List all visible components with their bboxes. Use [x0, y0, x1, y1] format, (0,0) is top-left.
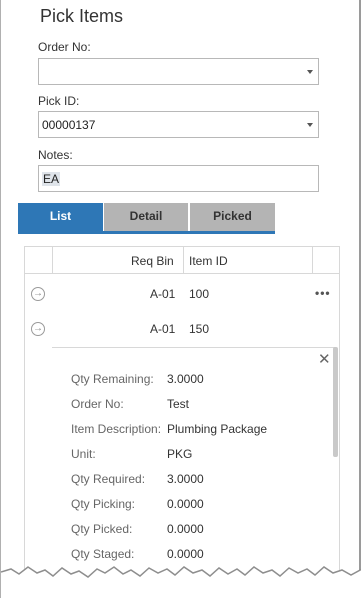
detail-value: 3.0000: [167, 372, 204, 386]
notes-label: Notes:: [38, 148, 73, 162]
item-id-cell: 100: [189, 287, 210, 301]
grid-header: Req Bin Item ID: [25, 247, 339, 274]
detail-label: Qty Picked:: [71, 522, 133, 536]
detail-value: Test: [167, 397, 190, 411]
row-detail-panel: ✕ Qty Remaining: 3.0000 Order No: Test I…: [52, 347, 335, 586]
circle-arrow-right-icon[interactable]: →: [31, 322, 45, 336]
order-no-select[interactable]: [38, 58, 319, 85]
notes-value: EA: [42, 172, 61, 186]
notes-input[interactable]: EA: [38, 165, 319, 192]
detail-value: Plumbing Package: [167, 422, 268, 436]
circle-arrow-right-icon[interactable]: →: [31, 287, 45, 301]
detail-label: Unit:: [71, 447, 96, 461]
pick-id-select[interactable]: 00000137: [38, 111, 319, 138]
column-divider: [183, 247, 184, 274]
tab-list[interactable]: List: [18, 203, 103, 231]
pick-id-label: Pick ID:: [38, 94, 80, 108]
tab-detail[interactable]: Detail: [103, 203, 188, 231]
detail-label: Item Description:: [71, 422, 162, 436]
close-icon[interactable]: ✕: [318, 350, 331, 368]
caret-down-icon: [307, 70, 313, 74]
detail-value: PKG: [167, 447, 193, 461]
tab-picked[interactable]: Picked: [189, 203, 275, 231]
tab-underline: [18, 231, 275, 234]
table-row[interactable]: → A-01 150: [25, 311, 339, 346]
detail-label: Qty Picking:: [71, 497, 136, 511]
detail-label: Qty Required:: [71, 472, 146, 486]
app-window: Pick Items Order No: Pick ID: 00000137 N…: [0, 0, 361, 598]
items-grid: Req Bin Item ID → A-01 100 ••• → A-01 15…: [24, 246, 340, 586]
torn-edge-overlay: [1, 566, 361, 598]
column-header-req-bin[interactable]: Req Bin: [131, 254, 174, 268]
column-divider: [52, 247, 53, 274]
caret-down-icon: [307, 123, 313, 127]
order-no-label: Order No:: [38, 40, 91, 54]
table-row[interactable]: → A-01 100 •••: [25, 276, 339, 311]
item-id-cell: 150: [189, 322, 210, 336]
detail-label: Order No:: [71, 397, 124, 411]
detail-label: Qty Remaining:: [71, 372, 154, 386]
req-bin-cell: A-01: [150, 287, 176, 301]
pick-id-value: 00000137: [42, 118, 96, 132]
detail-value: 3.0000: [167, 472, 204, 486]
req-bin-cell: A-01: [150, 322, 176, 336]
tab-bar: List Detail Picked: [18, 203, 275, 234]
detail-value: 0.0000: [167, 497, 204, 511]
column-header-item-id[interactable]: Item ID: [189, 254, 228, 268]
page-title: Pick Items: [40, 6, 124, 26]
column-divider: [312, 247, 313, 274]
detail-scrollbar[interactable]: [333, 347, 338, 457]
detail-value: 0.0000: [167, 522, 204, 536]
ellipsis-icon[interactable]: •••: [315, 286, 331, 300]
